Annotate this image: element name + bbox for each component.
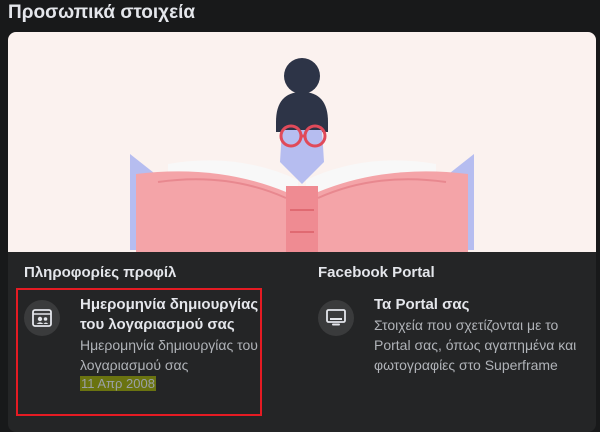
section-title-portal: Facebook Portal <box>318 264 435 281</box>
item-subtitle: Ημερομηνία δημιουργίας του λογαριασμού σ… <box>80 337 258 373</box>
personal-info-card: Πληροφορίες προφίλ Ημερομηνία δημιουργία… <box>8 32 596 432</box>
item-title: Ημερομηνία δημιουργίας του λογαριασμού σ… <box>80 296 259 333</box>
hero-illustration <box>8 32 596 252</box>
profile-info-section: Πληροφορίες προφίλ Ημερομηνία δημιουργία… <box>8 252 298 432</box>
section-title-profile: Πληροφορίες προφίλ <box>24 264 177 281</box>
account-creation-date: 11 Απρ 2008 <box>80 376 156 391</box>
reading-person-illustration <box>130 58 474 252</box>
page-title: Προσωπικά στοιχεία <box>8 2 196 23</box>
profile-card-icon <box>24 300 60 336</box>
item-subtitle: Στοιχεία που σχετίζονται με το Portal σα… <box>374 317 577 373</box>
facebook-portal-section: Facebook Portal Τα Portal σας Στοιχεία π… <box>306 252 596 432</box>
portal-display-icon <box>318 300 354 336</box>
item-title: Τα Portal σας <box>374 296 470 313</box>
